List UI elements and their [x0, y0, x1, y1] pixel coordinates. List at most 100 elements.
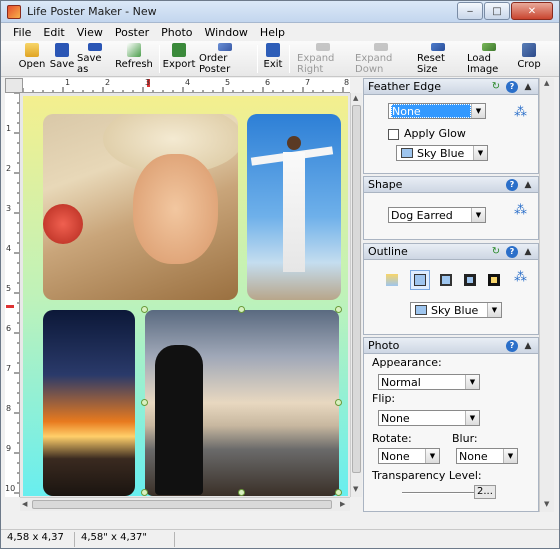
resize-handle[interactable]: [141, 306, 148, 313]
maximize-button[interactable]: □: [484, 2, 510, 20]
status-size: 4,58 x 4,37: [3, 532, 75, 547]
scroll-right-icon[interactable]: ▶: [340, 500, 345, 508]
photo-sunset[interactable]: [43, 310, 135, 496]
minimize-button[interactable]: ‒: [457, 2, 483, 20]
help-icon[interactable]: ?: [506, 339, 518, 352]
resize-handle[interactable]: [141, 489, 148, 496]
menu-poster[interactable]: Poster: [109, 26, 155, 39]
save-button[interactable]: Save: [49, 43, 75, 75]
photo-couple-beach[interactable]: [145, 310, 339, 496]
ruler-v-label: 4: [6, 244, 12, 253]
reset-size-button[interactable]: Reset Size: [417, 43, 459, 75]
blur-value: None: [459, 449, 488, 463]
collapse-icon[interactable]: ▲: [522, 81, 534, 93]
load-image-button[interactable]: Load Image: [467, 43, 511, 75]
rotate-select[interactable]: None ▼: [378, 448, 440, 464]
panel-scrollbar[interactable]: ▲ ▼: [539, 78, 554, 512]
outline-style-thick-button[interactable]: [460, 270, 480, 290]
menu-view[interactable]: View: [71, 26, 109, 39]
appearance-select[interactable]: Normal ▼: [378, 374, 480, 390]
exit-button[interactable]: Exit: [263, 43, 283, 75]
feather-edge-select[interactable]: None ▼: [388, 103, 486, 119]
glow-color-select[interactable]: Sky Blue ▼: [396, 145, 488, 161]
collapse-icon[interactable]: ▲: [522, 179, 534, 191]
photo-man-sky[interactable]: [247, 114, 341, 300]
outline-style-thin-button[interactable]: [410, 270, 430, 290]
scroll-down-icon[interactable]: ▼: [353, 485, 358, 493]
scroll-down-icon[interactable]: ▼: [544, 500, 549, 508]
outline-medium-icon: [440, 274, 452, 286]
help-icon[interactable]: ?: [506, 80, 518, 93]
menu-edit[interactable]: Edit: [37, 26, 70, 39]
color-swatch: [415, 305, 427, 315]
export-button[interactable]: Export: [163, 43, 195, 75]
scroll-up-icon[interactable]: ▲: [353, 94, 358, 102]
folder-open-icon: [25, 43, 39, 57]
scroll-up-icon[interactable]: ▲: [544, 79, 549, 87]
glow-color-value: Sky Blue: [417, 146, 465, 160]
order-poster-button[interactable]: Order Poster: [199, 43, 251, 75]
shape-header[interactable]: Shape ? ▲: [364, 177, 538, 193]
link-nodes-icon[interactable]: ⁂: [514, 203, 528, 218]
outline-header[interactable]: Outline ↻ ? ▲: [364, 244, 538, 260]
order-poster-label: Order Poster: [199, 53, 231, 75]
scroll-thumb[interactable]: [352, 105, 361, 473]
refresh-icon[interactable]: ↻: [490, 81, 502, 93]
save-as-button[interactable]: Save as: [77, 43, 113, 75]
poster-canvas[interactable]: [23, 96, 348, 496]
expand-right-button[interactable]: Expand Right: [297, 43, 349, 75]
resize-handle[interactable]: [335, 306, 342, 313]
outline-color-value: Sky Blue: [431, 303, 479, 317]
photo-header[interactable]: Photo ? ▲: [364, 338, 538, 354]
exit-door-icon: [266, 43, 280, 57]
save-label: Save: [49, 59, 75, 70]
resize-handle[interactable]: [238, 306, 245, 313]
menu-window[interactable]: Window: [199, 26, 254, 39]
canvas-horizontal-scrollbar[interactable]: ◀ ▶: [20, 497, 350, 511]
chevron-down-icon: ▼: [503, 449, 517, 463]
refresh-icon[interactable]: ↻: [490, 246, 502, 258]
collapse-icon[interactable]: ▲: [522, 246, 534, 258]
app-window: Life Poster Maker - New ‒ □ ✕ File Edit …: [0, 0, 560, 549]
photo-woman-hat[interactable]: [43, 114, 238, 300]
appearance-value: Normal: [381, 375, 421, 389]
apply-glow-checkbox[interactable]: [388, 129, 399, 140]
resize-handle[interactable]: [141, 399, 148, 406]
outline-style-none-button[interactable]: [382, 270, 402, 290]
scroll-left-icon[interactable]: ◀: [22, 500, 27, 508]
crop-button[interactable]: Crop: [517, 43, 541, 75]
ruler-v-label: 5: [6, 284, 12, 293]
menu-file[interactable]: File: [7, 26, 37, 39]
apply-glow-label: Apply Glow: [404, 127, 466, 140]
link-nodes-icon[interactable]: ⁂: [514, 105, 528, 120]
blur-select[interactable]: None ▼: [456, 448, 518, 464]
resize-handle[interactable]: [238, 489, 245, 496]
refresh-button[interactable]: Refresh: [115, 43, 153, 75]
refresh-icon: [127, 43, 141, 57]
outline-style-medium-button[interactable]: [436, 270, 456, 290]
shape-value: Dog Earred: [391, 208, 453, 222]
resize-handle[interactable]: [335, 489, 342, 496]
help-icon[interactable]: ?: [506, 178, 518, 191]
blur-label: Blur:: [452, 432, 478, 445]
link-nodes-icon[interactable]: ⁂: [514, 270, 528, 285]
man-head-shape: [287, 136, 301, 150]
resize-handle[interactable]: [335, 399, 342, 406]
menu-photo[interactable]: Photo: [155, 26, 198, 39]
collapse-icon[interactable]: ▲: [522, 340, 534, 352]
transparency-value[interactable]: 2...: [474, 485, 496, 499]
outline-color-select[interactable]: Sky Blue ▼: [410, 302, 502, 318]
shape-select[interactable]: Dog Earred ▼: [388, 207, 486, 223]
expand-down-button[interactable]: Expand Down: [355, 43, 407, 75]
canvas-vertical-scrollbar[interactable]: ▲ ▼: [350, 93, 362, 497]
scroll-thumb[interactable]: [32, 500, 332, 509]
outline-style-heavy-button[interactable]: [484, 270, 504, 290]
flip-select[interactable]: None ▼: [378, 410, 480, 426]
open-button[interactable]: Open: [13, 43, 51, 75]
feather-edge-title: Feather Edge: [368, 80, 441, 93]
close-button[interactable]: ✕: [511, 2, 553, 20]
help-icon[interactable]: ?: [506, 245, 518, 258]
appearance-label: Appearance:: [372, 356, 442, 369]
menu-help[interactable]: Help: [254, 26, 291, 39]
feather-edge-header[interactable]: Feather Edge ↻ ? ▲: [364, 79, 538, 95]
